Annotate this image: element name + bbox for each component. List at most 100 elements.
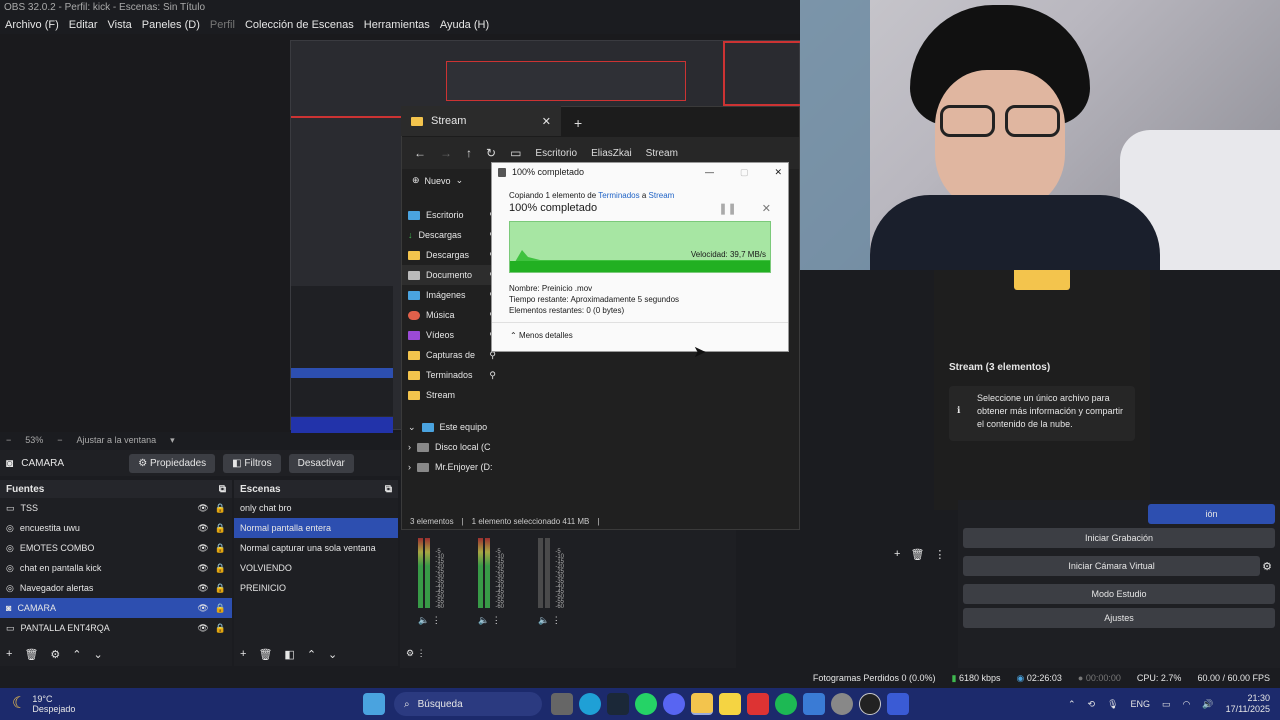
trash-icon[interactable]: 🗑 xyxy=(24,648,38,661)
refresh-icon[interactable]: ↻ xyxy=(486,146,496,160)
studio-mode-button[interactable]: Modo Estudio xyxy=(963,584,1275,604)
arrow-up-icon[interactable]: ⌃ xyxy=(72,648,81,661)
discord-icon[interactable] xyxy=(663,693,685,715)
nav-este-equipo[interactable]: ⌄ Este equipo xyxy=(402,417,502,437)
zoom-in-icon[interactable]: − xyxy=(57,435,62,445)
app-blue-icon[interactable] xyxy=(887,693,909,715)
arrow-down-icon[interactable]: ⌄ xyxy=(94,648,103,661)
nav-documentos[interactable]: Documento⚲ xyxy=(402,265,502,285)
eye-icon[interactable]: 👁 xyxy=(197,503,208,514)
clock[interactable]: 21:30 17/11/2025 xyxy=(1226,693,1270,715)
menu-paneles[interactable]: Paneles (D) xyxy=(142,19,200,31)
lock-icon[interactable]: 🔒 xyxy=(215,563,226,574)
filter-icon[interactable]: ◧ xyxy=(284,648,294,661)
photos-icon[interactable] xyxy=(803,693,825,715)
breadcrumb-eliaszkai[interactable]: EliasZkai xyxy=(591,148,632,159)
eye-icon[interactable]: 👁 xyxy=(197,523,208,534)
speaker-icon[interactable]: 🔈 xyxy=(478,615,489,625)
maximize-icon[interactable]: ▢ xyxy=(740,167,749,178)
nav-disco-c[interactable]: › Disco local (C xyxy=(402,437,502,457)
dest-link[interactable]: Stream xyxy=(649,191,675,200)
mic-icon[interactable]: 🎙 xyxy=(1107,699,1118,710)
menu-ayuda[interactable]: Ayuda (H) xyxy=(440,19,489,31)
start-virtual-camera-button[interactable]: Iniciar Cámara Virtual xyxy=(963,556,1261,576)
source-row[interactable]: ▭ TSS 👁 🔒 xyxy=(0,498,232,518)
close-tab-icon[interactable]: ✕ xyxy=(542,115,551,128)
eye-icon[interactable]: 👁 xyxy=(197,623,208,634)
app-red-icon[interactable] xyxy=(747,693,769,715)
disable-button[interactable]: Desactivar xyxy=(288,453,354,473)
kebab-icon[interactable]: ⋮ xyxy=(552,615,561,625)
eye-icon[interactable]: 👁 xyxy=(197,583,208,594)
menu-herramientas[interactable]: Herramientas xyxy=(364,19,430,31)
spotify-icon[interactable] xyxy=(775,693,797,715)
start-stream-button[interactable]: ión xyxy=(1148,504,1275,524)
file-explorer-icon[interactable] xyxy=(691,693,713,715)
up-icon[interactable]: ↑ xyxy=(466,146,472,160)
new-tab-icon[interactable]: + xyxy=(574,115,582,131)
display-icon[interactable]: ▭ xyxy=(1162,699,1171,710)
nav-imagenes[interactable]: Imágenes⚲ xyxy=(402,285,502,305)
back-icon[interactable]: ← xyxy=(414,146,426,160)
menu-vista[interactable]: Vista xyxy=(108,19,132,31)
dropdown-icon[interactable]: ▾ xyxy=(170,435,175,446)
wifi-icon[interactable]: ◠ xyxy=(1183,699,1191,710)
duck-app-icon[interactable] xyxy=(719,693,741,715)
language-indicator[interactable]: ENG xyxy=(1131,699,1151,709)
link-icon[interactable]: ⚙ xyxy=(406,648,414,658)
source-row-selected[interactable]: ◙ CAMARA 👁 🔒 xyxy=(0,598,232,618)
cancel-icon[interactable]: ✕ xyxy=(762,202,771,215)
menu-archivo[interactable]: Archivo (F) xyxy=(5,19,59,31)
monitor-icon[interactable]: ▭ xyxy=(510,146,521,160)
steam-icon[interactable] xyxy=(607,693,629,715)
properties-button[interactable]: ⚙ Propiedades xyxy=(129,453,216,473)
zoom-out-icon[interactable]: − xyxy=(6,435,11,445)
search-box[interactable]: ⌕ Búsqueda xyxy=(394,692,542,716)
task-view-icon[interactable] xyxy=(551,693,573,715)
settings-button[interactable]: Ajustes xyxy=(963,608,1275,628)
nav-descargas-1[interactable]: ↓Descargas⚲ xyxy=(402,225,502,245)
eye-icon[interactable]: 👁 xyxy=(197,603,208,614)
breadcrumb-escritorio[interactable]: Escritorio xyxy=(535,148,577,159)
arrow-down-icon[interactable]: ⌄ xyxy=(328,648,337,661)
pause-icon[interactable]: ❚❚ xyxy=(718,202,736,215)
nav-descargas-2[interactable]: Descargas⚲ xyxy=(402,245,502,265)
nav-stream[interactable]: Stream xyxy=(402,385,502,405)
minimize-icon[interactable]: — xyxy=(705,167,714,177)
less-details-button[interactable]: ⌃ Menos detalles xyxy=(492,322,788,348)
obs-icon[interactable] xyxy=(859,693,881,715)
lock-icon[interactable]: 🔒 xyxy=(215,503,226,514)
weather-widget[interactable]: ☾ 19°C Despejado xyxy=(0,694,360,714)
volume-icon[interactable]: 🔊 xyxy=(1202,699,1213,710)
tray-chevron-icon[interactable]: ⌃ xyxy=(1068,699,1076,710)
menu-coleccion[interactable]: Colección de Escenas xyxy=(245,19,354,31)
scene-row[interactable]: only chat bro xyxy=(234,498,398,518)
edge-icon[interactable] xyxy=(579,693,601,715)
source-row[interactable]: ▭ PANTALLA ENT4RQA 👁 🔒 xyxy=(0,618,232,638)
undock-icon[interactable]: ⧉ xyxy=(219,484,226,495)
scene-row-selected[interactable]: Normal pantalla entera xyxy=(234,518,398,538)
scene-row[interactable]: Normal capturar una sola ventana xyxy=(234,538,398,558)
lock-icon[interactable]: 🔒 xyxy=(215,583,226,594)
scene-row[interactable]: PREINICIO xyxy=(234,578,398,598)
speaker-icon[interactable]: 🔈 xyxy=(538,615,549,625)
kebab-icon[interactable]: ⋮ xyxy=(934,548,945,561)
trash-icon[interactable]: 🗑 xyxy=(910,548,924,561)
menu-perfil[interactable]: Perfil xyxy=(210,19,235,31)
gear-icon[interactable]: ⚙ xyxy=(1262,560,1272,573)
kebab-icon[interactable]: ⋮ xyxy=(417,648,426,658)
kebab-icon[interactable]: ⋮ xyxy=(432,615,441,625)
nav-escritorio[interactable]: Escritorio⚲ xyxy=(402,205,502,225)
start-recording-button[interactable]: Iniciar Grabación xyxy=(963,528,1275,548)
undock-icon[interactable]: ⧉ xyxy=(385,484,392,495)
forward-icon[interactable]: → xyxy=(440,146,452,160)
source-row[interactable]: ◎ chat en pantalla kick 👁 🔒 xyxy=(0,558,232,578)
add-icon[interactable]: + xyxy=(240,648,246,660)
scene-row[interactable]: VOLVIENDO xyxy=(234,558,398,578)
add-icon[interactable]: + xyxy=(894,548,900,561)
whatsapp-icon[interactable] xyxy=(635,693,657,715)
tray-app-icon[interactable]: ⟲ xyxy=(1088,699,1096,710)
source-row[interactable]: ◎ encuestita uwu 👁 🔒 xyxy=(0,518,232,538)
gear-icon[interactable]: ⚙ xyxy=(50,648,60,661)
lock-icon[interactable]: 🔒 xyxy=(215,543,226,554)
